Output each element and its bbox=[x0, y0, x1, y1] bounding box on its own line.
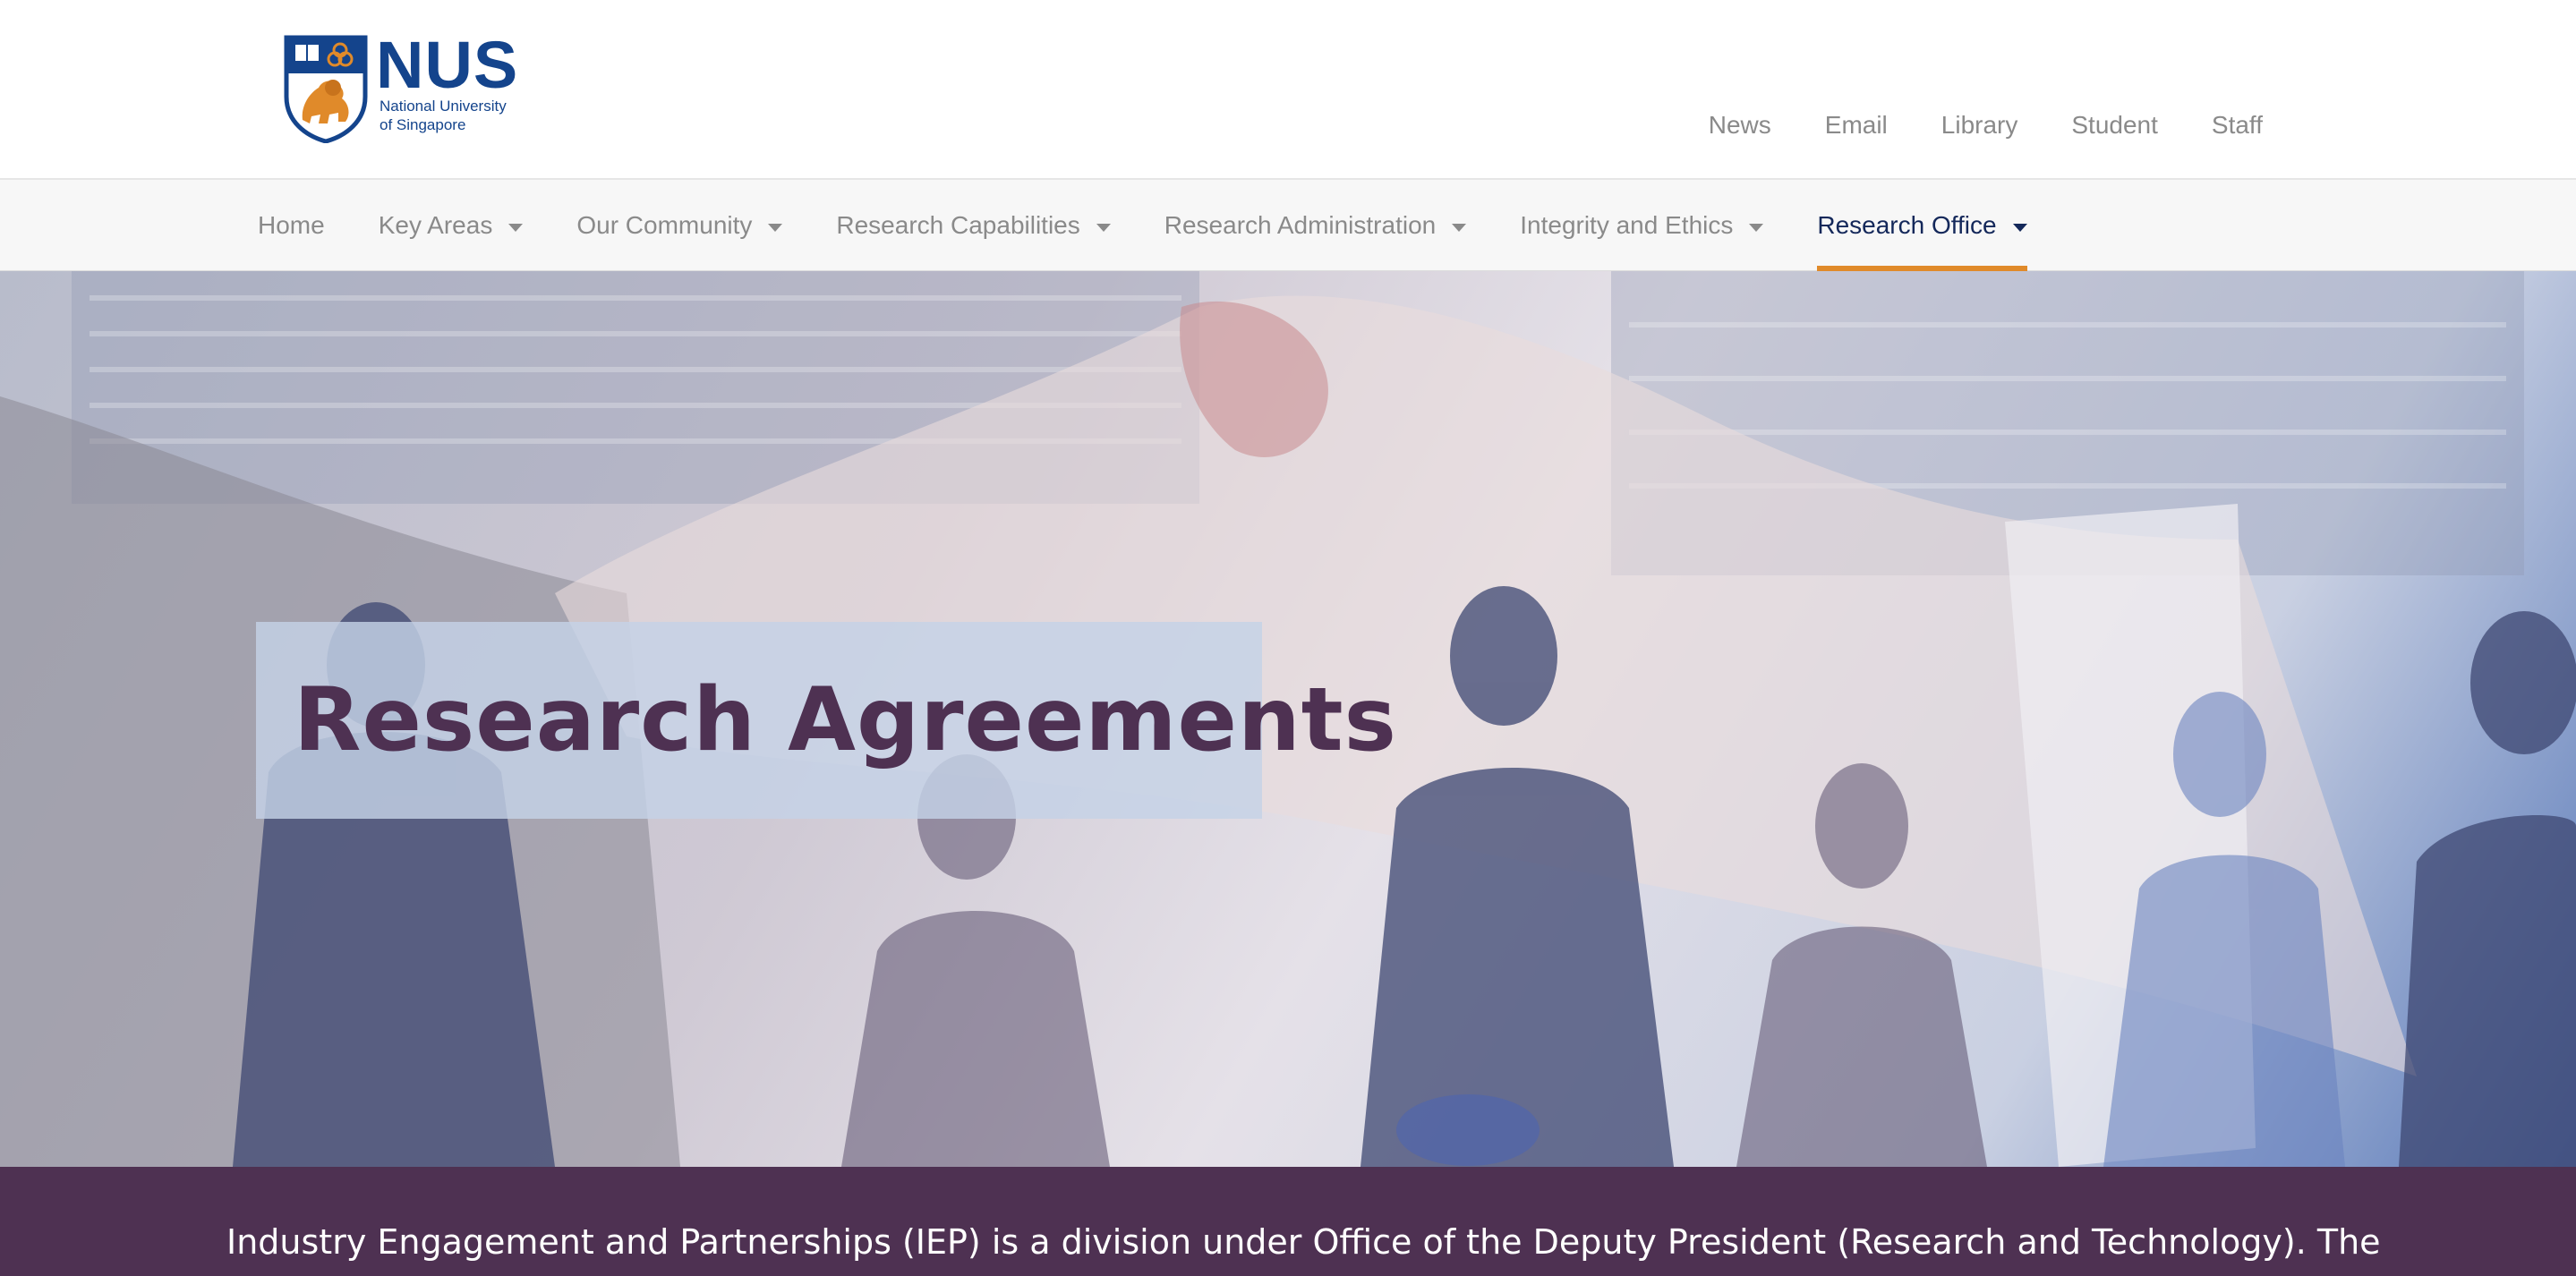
nav-item-research-capabilities[interactable]: Research Capabilities bbox=[836, 180, 1111, 271]
intro-band: Industry Engagement and Partnerships (IE… bbox=[0, 1167, 2576, 1276]
nus-logo[interactable]: NUS National University of Singapore bbox=[283, 28, 525, 147]
nav-item-label: Research Administration bbox=[1164, 211, 1437, 239]
nav-item-label: Research Capabilities bbox=[836, 211, 1080, 239]
hero-title-box: Research Agreements bbox=[256, 622, 1396, 819]
main-nav-items: Home Key Areas Our Community Research Ca… bbox=[258, 180, 2081, 271]
logo-subtitle-line1: National University bbox=[380, 98, 507, 115]
logo-subtitle-line2: of Singapore bbox=[380, 116, 466, 133]
caret-down-icon bbox=[508, 223, 524, 232]
nav-item-key-areas[interactable]: Key Areas bbox=[379, 180, 524, 271]
main-nav: Home Key Areas Our Community Research Ca… bbox=[0, 180, 2576, 271]
nav-item-label: Key Areas bbox=[378, 211, 493, 239]
nus-crest-icon bbox=[284, 35, 368, 143]
nav-item-label: Our Community bbox=[576, 211, 753, 239]
nav-item-research-office[interactable]: Research Office bbox=[1817, 180, 2027, 271]
logo-text: NUS National University of Singapore bbox=[376, 28, 519, 134]
utility-link-student[interactable]: Student bbox=[2071, 106, 2158, 145]
caret-down-icon bbox=[2012, 223, 2027, 232]
nav-item-label: Research Office bbox=[1817, 211, 1997, 239]
nav-item-label: Home bbox=[258, 211, 325, 239]
nav-item-integrity-and-ethics[interactable]: Integrity and Ethics bbox=[1520, 180, 1764, 271]
nav-item-label: Integrity and Ethics bbox=[1520, 211, 1734, 239]
top-header: NUS National University of Singapore New… bbox=[0, 0, 2576, 180]
utility-link-news[interactable]: News bbox=[1709, 106, 1771, 145]
utility-link-email[interactable]: Email bbox=[1825, 106, 1888, 145]
page-title: Research Agreements bbox=[294, 669, 1397, 771]
hero-banner: Research Agreements bbox=[0, 271, 2576, 1167]
utility-nav: News Email Library Student Staff bbox=[1709, 106, 2263, 145]
logo-wordmark: NUS bbox=[376, 28, 519, 102]
caret-down-icon bbox=[1749, 223, 1764, 232]
utility-link-staff[interactable]: Staff bbox=[2212, 106, 2263, 145]
nav-item-research-administration[interactable]: Research Administration bbox=[1164, 180, 1467, 271]
caret-down-icon bbox=[768, 223, 783, 232]
utility-link-library[interactable]: Library bbox=[1941, 106, 2018, 145]
nav-item-our-community[interactable]: Our Community bbox=[576, 180, 783, 271]
caret-down-icon bbox=[1096, 223, 1111, 232]
nav-item-home[interactable]: Home bbox=[258, 180, 325, 271]
intro-text: Industry Engagement and Partnerships (IE… bbox=[226, 1222, 2381, 1262]
caret-down-icon bbox=[1452, 223, 1467, 232]
